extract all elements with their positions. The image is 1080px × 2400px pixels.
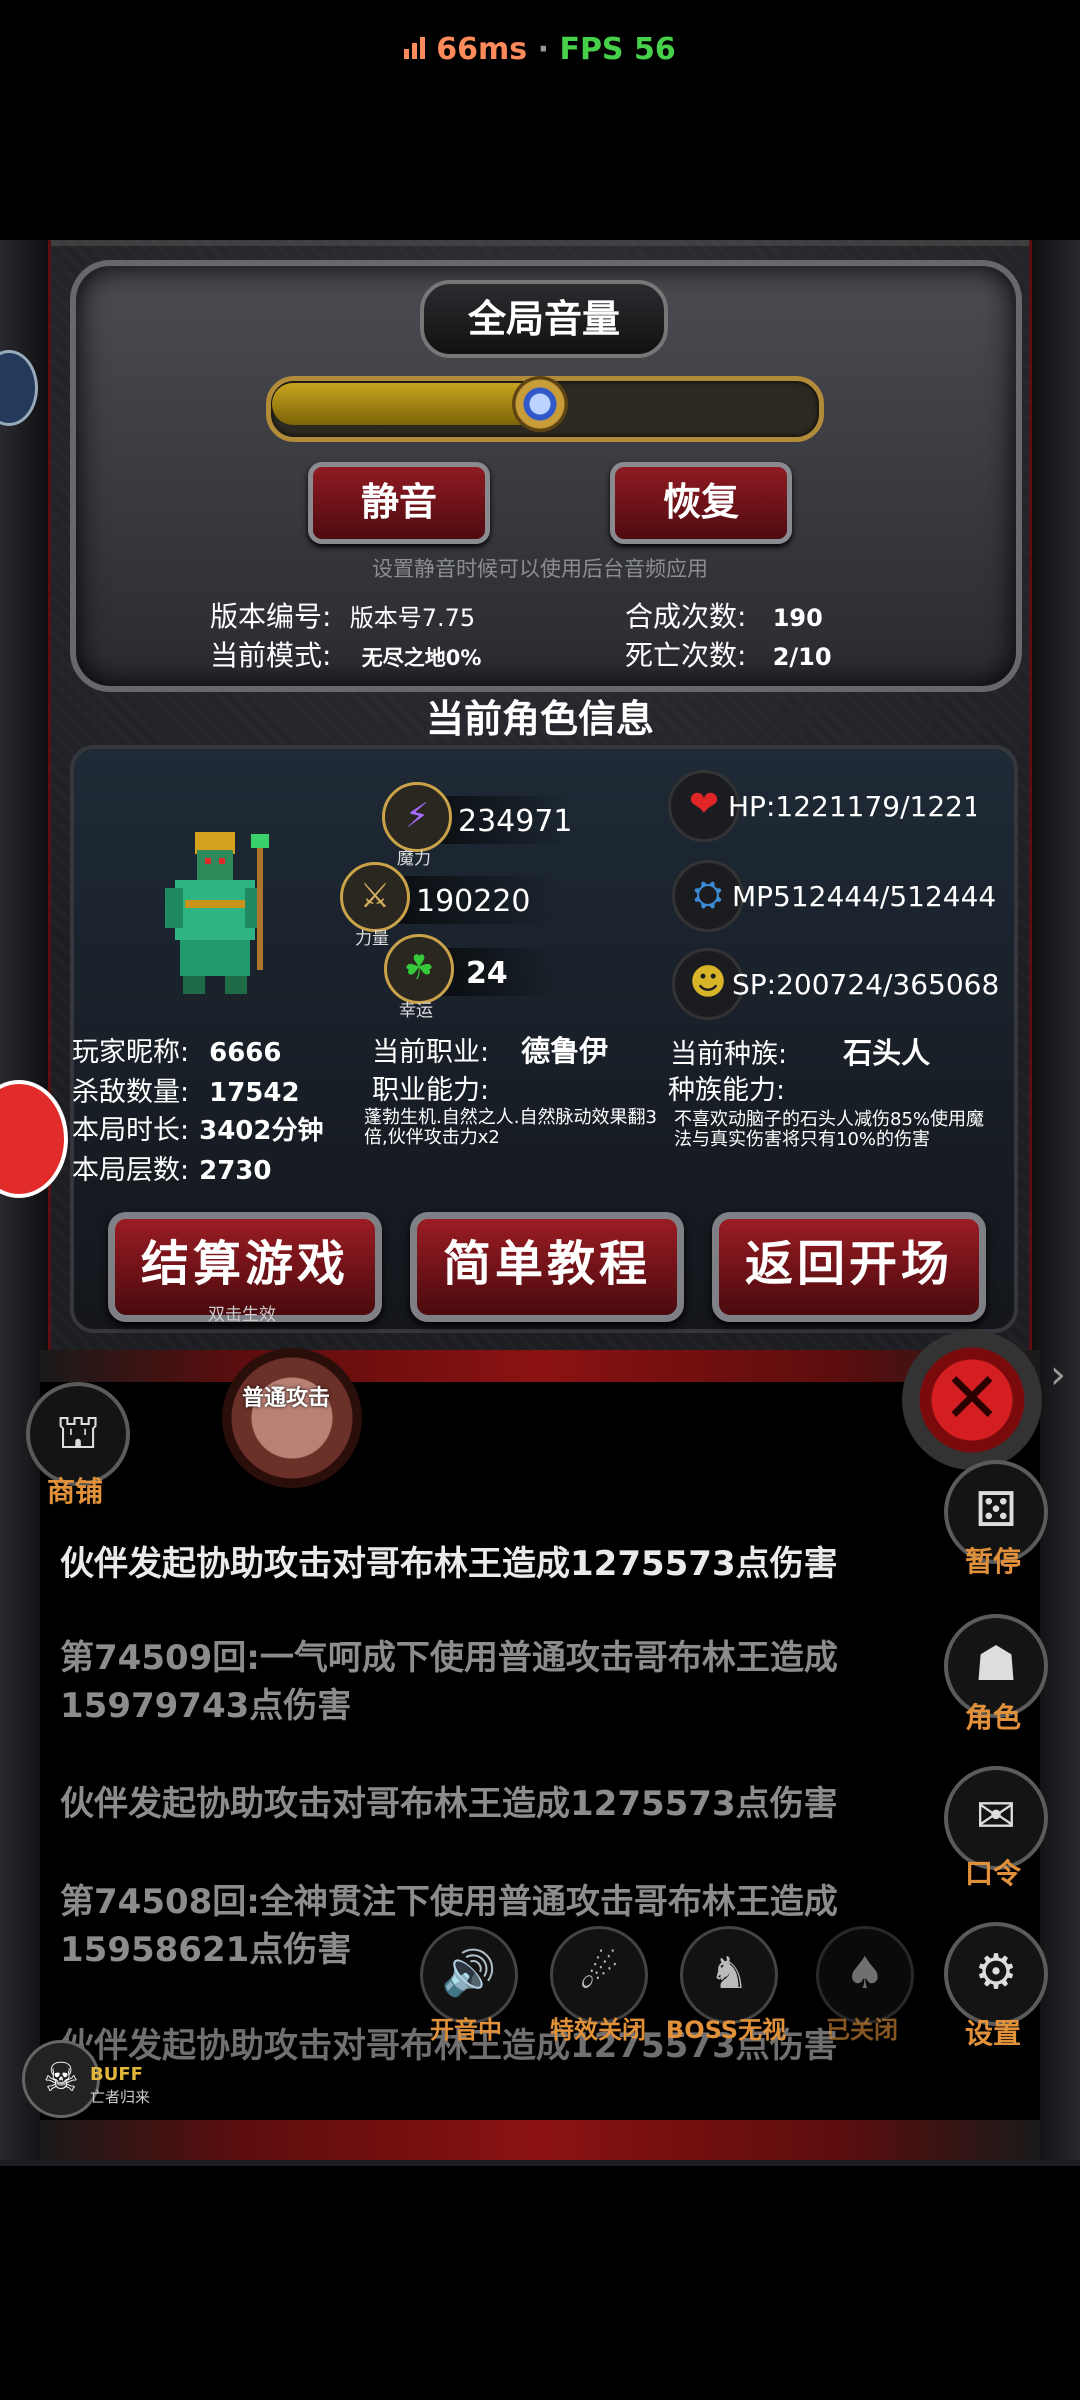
status-separator: · xyxy=(537,32,549,67)
dragon-icon: ♞ xyxy=(709,1948,749,1999)
mode-value: 无尽之地0% xyxy=(361,646,482,670)
race-row: 当前种族: 石头人 xyxy=(670,1030,930,1072)
normal-attack-button[interactable] xyxy=(222,1348,362,1488)
ping-value: 66ms xyxy=(436,32,528,67)
duration-value: 3402分钟 xyxy=(199,1116,324,1146)
boss-label: BOSS无视 xyxy=(665,2016,787,2044)
floors-value: 2730 xyxy=(199,1156,272,1186)
tutorial-button[interactable]: 简单教程 xyxy=(410,1212,684,1322)
buff-label: BUFF xyxy=(90,2064,143,2085)
nickname-row: 玩家昵称: 6666 xyxy=(72,1030,281,1069)
strength-value: 190220 xyxy=(416,884,531,919)
job-label: 当前职业: xyxy=(372,1037,490,1068)
signal-icon xyxy=(404,32,428,67)
sack-icon: ♠ xyxy=(845,1948,885,1999)
luck-label: 幸运 xyxy=(399,1001,433,1021)
shop-label: 商铺 xyxy=(46,1475,103,1508)
mute-button[interactable]: 静音 xyxy=(308,462,490,544)
duration-label: 本局时长: xyxy=(72,1115,190,1146)
battle-top-strip xyxy=(40,1350,1040,1382)
normal-attack-label: 普通攻击 xyxy=(242,1386,331,1411)
hero-sprite xyxy=(165,832,269,994)
network-status: 66ms · FPS 56 xyxy=(0,32,1080,67)
race-label: 当前种族: xyxy=(670,1039,788,1070)
floors-label: 本局层数: xyxy=(72,1155,190,1186)
death-label: 死亡次数: xyxy=(625,639,747,672)
settings-label: 设置 xyxy=(964,2017,1021,2050)
job-row: 当前职业: 德鲁伊 xyxy=(372,1028,608,1070)
closed-label: 已关闭 xyxy=(826,2016,898,2044)
job-ability-text: 蓬勃生机.自然之人.自然脉动效果翻3倍,伙伴攻击力x2 xyxy=(364,1107,657,1148)
version-label: 版本编号: xyxy=(210,600,332,633)
strength-icon: ⚔ xyxy=(340,862,410,932)
close-battle-button[interactable]: ✕ xyxy=(902,1330,1042,1470)
hooded-figure-icon: ☗ xyxy=(974,1636,1018,1692)
job-value: 德鲁伊 xyxy=(521,1034,609,1068)
speaker-icon: 🔊 xyxy=(441,1948,497,1999)
fps-value: FPS 56 xyxy=(559,32,676,67)
shop-icon: ⛫ xyxy=(55,1404,101,1460)
nickname-value: 6666 xyxy=(209,1038,282,1068)
floors-row: 本局层数: 2730 xyxy=(72,1148,271,1187)
restore-button[interactable]: 恢复 xyxy=(610,462,792,544)
return-start-button[interactable]: 返回开场 xyxy=(712,1212,986,1322)
battle-log-3: 伙伴发起协助攻击对哥布林王造成1275573点伤害 xyxy=(60,1784,838,1824)
volume-slider-knob[interactable] xyxy=(512,376,568,432)
mp-value: MP512444/512444 xyxy=(732,880,997,913)
magic-icon: ⚡ xyxy=(382,782,452,852)
sound-label: 开音中 xyxy=(430,2016,502,2044)
death-value: 2/10 xyxy=(772,643,832,671)
mode-label: 当前模式: xyxy=(210,639,332,672)
command-label: 口令 xyxy=(964,1857,1021,1890)
mute-hint: 设置静音时候可以使用后台音频应用 xyxy=(372,557,708,581)
settings-button[interactable]: ⚙ xyxy=(944,1922,1048,2026)
battle-log-2: 第74509回:一气呵成下使用普通攻击哥布林王造成15979743点伤害 xyxy=(60,1638,838,1726)
version-value: 版本号7.75 xyxy=(349,604,476,632)
battle-log-1: 伙伴发起协助攻击对哥布林王造成1275573点伤害 xyxy=(60,1544,838,1584)
gear-icon: ⚙ xyxy=(974,1944,1018,2000)
volume-title: 全局音量 xyxy=(420,280,668,358)
volume-slider-fill xyxy=(272,383,540,425)
version-row: 版本编号: 版本号7.75 xyxy=(210,595,475,635)
kills-label: 杀敌数量: xyxy=(72,1077,190,1108)
luck-value: 24 xyxy=(466,956,508,991)
kills-row: 杀敌数量: 17542 xyxy=(72,1070,300,1109)
chevron-right-icon[interactable]: › xyxy=(1050,1352,1066,1398)
synth-row: 合成次数: 190 xyxy=(625,595,823,635)
race-ability-text: 不喜欢动脑子的石头人减伤85%使用魔法与真实伤害将只有10%的伤害 xyxy=(674,1109,985,1150)
race-ability-label: 种族能力: xyxy=(668,1075,786,1106)
death-row: 死亡次数: 2/10 xyxy=(625,634,832,674)
synth-label: 合成次数: xyxy=(625,600,747,633)
role-info-title: 当前角色信息 xyxy=(425,697,654,741)
pause-label: 暂停 xyxy=(964,1545,1021,1578)
mode-row: 当前模式: 无尽之地0% xyxy=(210,634,481,674)
job-ability-label: 职业能力: xyxy=(372,1075,490,1106)
comet-icon: ☄ xyxy=(579,1948,619,1999)
sp-value: SP:200724/365068 xyxy=(732,968,1000,1001)
kills-value: 17542 xyxy=(209,1078,300,1108)
duration-row: 本局时长: 3402分钟 xyxy=(72,1108,323,1147)
buff-sub-label: 亡者归来 xyxy=(90,2088,151,2106)
scroll-book-icon: ✉ xyxy=(975,1788,1017,1844)
race-value: 石头人 xyxy=(843,1036,931,1070)
battle-bottom-strip xyxy=(40,2120,1040,2160)
clover-icon: ☘ xyxy=(384,934,454,1004)
magic-value: 234971 xyxy=(458,804,573,839)
hp-value: HP:1221179/12211 xyxy=(728,790,976,823)
role-label: 角色 xyxy=(964,1701,1021,1734)
effects-label: 特效关闭 xyxy=(550,2016,646,2044)
skull-buff-icon[interactable]: ☠ xyxy=(22,2040,100,2118)
settle-sub-label: 双击生效 xyxy=(208,1305,276,1325)
synth-value: 190 xyxy=(772,604,823,632)
dice-icon: ⚄ xyxy=(975,1482,1017,1538)
nickname-label: 玩家昵称: xyxy=(72,1037,190,1068)
